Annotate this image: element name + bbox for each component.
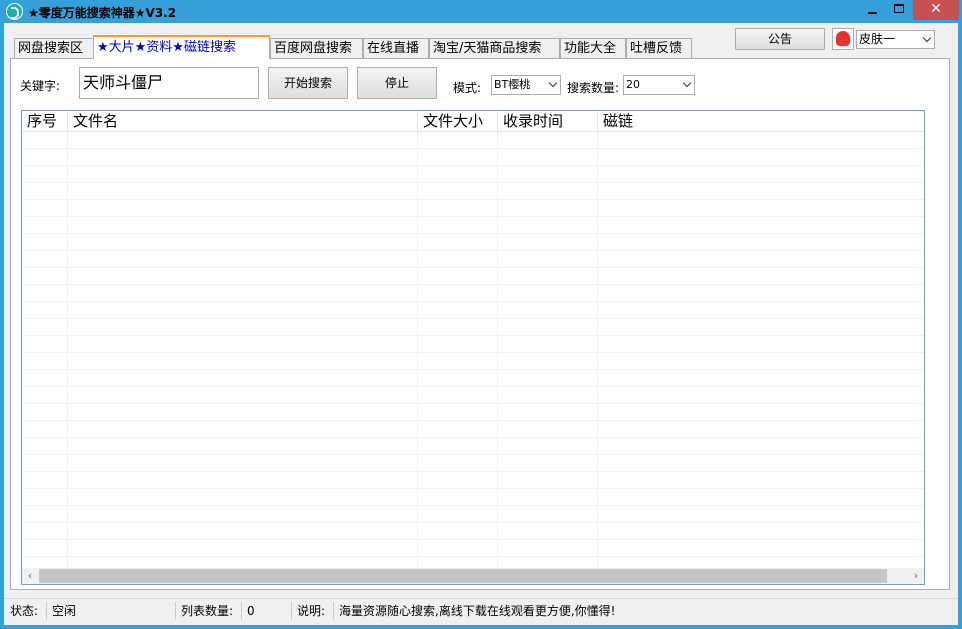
column-divider xyxy=(417,132,418,569)
status-label: 状态: xyxy=(10,604,39,618)
mode-select-value: BT樱桃 xyxy=(494,78,531,91)
close-button[interactable]: ✕ xyxy=(913,0,959,20)
tab-netdisk-search[interactable]: 网盘搜索区 xyxy=(14,38,94,59)
maximize-icon xyxy=(894,4,904,13)
status-divider xyxy=(175,602,176,620)
chevron-down-icon xyxy=(548,78,558,88)
skin-select-value: 皮肤一 xyxy=(859,32,896,46)
count-select-value: 20 xyxy=(626,78,640,91)
note-value: 海量资源随心搜索,离线下载在线观看更方便,你懂得! xyxy=(339,604,616,618)
status-divider xyxy=(291,602,292,620)
tab-features[interactable]: 功能大全 xyxy=(560,38,626,59)
count-label: 搜索数量: xyxy=(567,81,620,95)
status-value: 空闲 xyxy=(52,604,77,618)
note-label: 说明: xyxy=(297,604,326,618)
results-list[interactable]: 序号 文件名 文件大小 收录时间 磁链 ‹ › xyxy=(21,110,925,585)
maximize-button[interactable] xyxy=(886,0,913,20)
app-logo-icon xyxy=(6,3,23,20)
tab-baidu-netdisk[interactable]: 百度网盘搜索 xyxy=(270,38,363,59)
chevron-down-icon xyxy=(682,78,692,88)
column-divider xyxy=(497,132,498,569)
column-header-indexed-time[interactable]: 收录时间 xyxy=(498,111,598,132)
scroll-right-icon[interactable]: › xyxy=(908,568,924,584)
column-divider xyxy=(597,132,598,569)
list-count-label: 列表数量: xyxy=(181,604,234,618)
list-count-value: 0 xyxy=(247,604,255,618)
keyword-label: 关键字: xyxy=(20,79,61,93)
qq-penguin-icon[interactable] xyxy=(832,28,854,50)
title-bar[interactable]: ★零度万能搜索神器★V3.2 ✕ xyxy=(0,0,962,23)
skin-select[interactable]: 皮肤一 xyxy=(856,30,935,49)
mode-select[interactable]: BT樱桃 xyxy=(491,75,561,95)
count-select[interactable]: 20 xyxy=(623,75,695,95)
results-rows xyxy=(22,132,924,569)
status-bar: 状态: 空闲 列表数量: 0 说明: 海量资源随心搜索,离线下载在线观看更方便,… xyxy=(4,598,958,620)
tab-taobao-search[interactable]: 淘宝/天猫商品搜索 xyxy=(429,38,560,59)
column-header-magnet[interactable]: 磁链 xyxy=(598,111,924,132)
tab-live-stream[interactable]: 在线直播 xyxy=(363,38,429,59)
column-header-filesize[interactable]: 文件大小 xyxy=(418,111,498,132)
mode-label: 模式: xyxy=(453,81,482,95)
column-header-filename[interactable]: 文件名 xyxy=(68,111,418,132)
close-icon: ✕ xyxy=(930,1,942,17)
magnet-search-panel: 关键字: 天师斗僵尸 开始搜索 停止 模式: BT樱桃 搜索数量: 20 序号 … xyxy=(10,58,950,590)
keyword-input[interactable]: 天师斗僵尸 xyxy=(79,67,259,99)
chevron-down-icon xyxy=(922,33,932,43)
app-window: ★零度万能搜索神器★V3.2 ✕ 网盘搜索区 ★大片★资料★磁链搜索 百度网盘搜… xyxy=(0,0,962,629)
status-divider xyxy=(333,602,334,620)
status-divider xyxy=(241,602,242,620)
horizontal-scrollbar[interactable]: ‹ › xyxy=(22,568,924,584)
start-search-button[interactable]: 开始搜索 xyxy=(268,67,348,99)
client-area: 网盘搜索区 ★大片★资料★磁链搜索 百度网盘搜索 在线直播 淘宝/天猫商品搜索 … xyxy=(4,23,958,625)
scrollbar-thumb[interactable] xyxy=(39,569,887,583)
tab-feedback[interactable]: 吐槽反馈 xyxy=(626,38,692,59)
tab-magnet-search[interactable]: ★大片★资料★磁链搜索 xyxy=(93,35,270,59)
window-title: ★零度万能搜索神器★V3.2 xyxy=(28,6,177,20)
scroll-left-icon[interactable]: ‹ xyxy=(22,568,38,584)
status-divider xyxy=(46,602,47,620)
results-header: 序号 文件名 文件大小 收录时间 磁链 xyxy=(22,111,924,132)
notice-button[interactable]: 公告 xyxy=(735,28,825,50)
column-divider xyxy=(67,132,68,569)
column-header-index[interactable]: 序号 xyxy=(22,111,68,132)
minimize-button[interactable] xyxy=(859,0,886,20)
stop-button[interactable]: 停止 xyxy=(357,67,437,99)
minimize-icon xyxy=(868,12,877,14)
